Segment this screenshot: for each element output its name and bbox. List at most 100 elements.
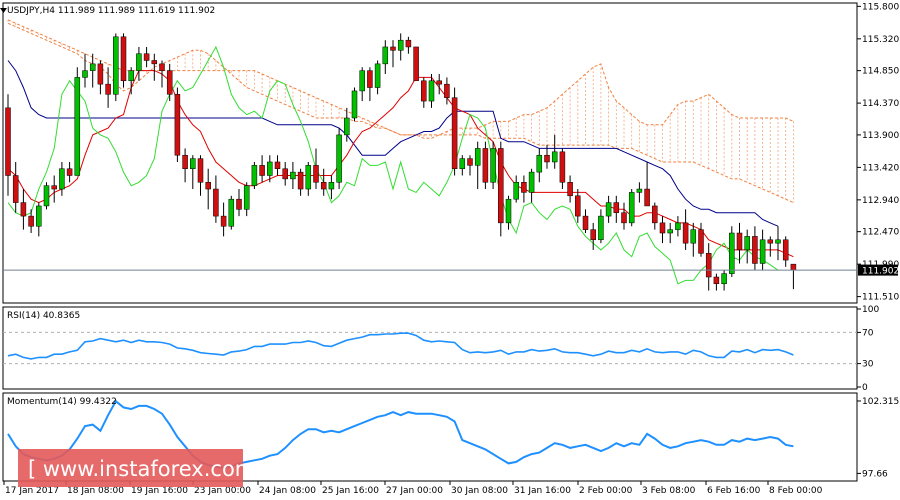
- bearish-candle-body: [12, 175, 19, 203]
- bearish-candle-body: [166, 70, 173, 95]
- bearish-candle-body: [182, 154, 188, 169]
- candle: [174, 87, 181, 162]
- momentum-tick-label: 97.66: [862, 469, 888, 479]
- bearish-candle-body: [213, 188, 219, 217]
- bullish-candle-body: [605, 202, 612, 217]
- price-tick-label: 114.370: [862, 99, 899, 109]
- price-chart-title: USDJPY,H4 111.989 111.989 111.619 111.90…: [7, 6, 215, 16]
- candle: [482, 141, 489, 190]
- bearish-candle-body: [521, 182, 527, 193]
- time-tick-label: 6 Feb 16:00: [707, 486, 761, 496]
- current-price-tag: 111.902: [858, 264, 899, 277]
- bullish-candle-body: [690, 229, 697, 244]
- bullish-candle-body: [459, 158, 466, 169]
- bearish-candle-body: [282, 168, 288, 180]
- bullish-candle-body: [551, 151, 558, 163]
- bearish-candle-body: [444, 83, 450, 98]
- bearish-candle-body: [367, 70, 373, 88]
- time-tick-label: 31 Jan 16:00: [514, 486, 571, 496]
- bullish-candle-body: [74, 77, 81, 176]
- bullish-candle-body: [351, 90, 358, 119]
- rsi-pane: RSI(14) 40.8365 100 70 30 0: [2, 305, 879, 393]
- bullish-candle-body: [397, 39, 404, 51]
- bullish-candle-body: [136, 53, 142, 71]
- price-tick-label: 115.800: [862, 2, 899, 12]
- price-tick-label: 111.510: [862, 293, 899, 303]
- candle: [490, 141, 496, 190]
- bearish-candle-body: [705, 253, 712, 278]
- bearish-candle-body: [197, 158, 204, 183]
- bearish-candle-body: [767, 239, 774, 244]
- price-tick-label: 112.470: [862, 228, 899, 238]
- candle: [336, 128, 342, 190]
- bearish-candle-body: [105, 83, 111, 95]
- bearish-candle-body: [451, 97, 458, 169]
- bullish-candle-body: [598, 215, 604, 241]
- bullish-candle-body: [729, 232, 735, 274]
- time-tick-label: 25 Jan 16:00: [322, 486, 379, 496]
- bearish-candle-body: [390, 46, 396, 51]
- bullish-candle-body: [721, 273, 727, 285]
- bearish-candle-body: [274, 161, 281, 169]
- bullish-candle-body: [775, 239, 781, 244]
- bullish-candle-body: [513, 182, 519, 200]
- bearish-candle-body: [205, 182, 211, 190]
- bearish-candle-body: [413, 46, 419, 82]
- bearish-candle-body: [143, 53, 150, 61]
- bullish-candle-body: [344, 117, 350, 136]
- candle: [729, 226, 735, 277]
- bearish-candle-body: [313, 165, 319, 183]
- bullish-candle-body: [667, 229, 673, 234]
- bearish-candle-body: [220, 215, 227, 227]
- bullish-candle-body: [675, 222, 681, 230]
- bearish-candle-body: [644, 188, 650, 207]
- bullish-candle-body: [267, 161, 273, 176]
- bearish-candle-body: [782, 239, 789, 261]
- bearish-candle-body: [236, 198, 242, 210]
- bullish-candle-body: [290, 171, 296, 180]
- bullish-candle-body: [528, 171, 535, 193]
- bearish-candle-body: [567, 182, 573, 197]
- time-tick-label: 27 Jan 00:00: [386, 486, 443, 496]
- bearish-candle-body: [297, 171, 304, 190]
- bullish-candle-body: [89, 63, 96, 71]
- bearish-candle-body: [544, 154, 550, 163]
- candle: [451, 87, 458, 176]
- bearish-candle-body: [582, 215, 589, 230]
- time-tick-label: 30 Jan 08:00: [451, 486, 508, 496]
- bearish-candle-body: [120, 36, 127, 82]
- bullish-candle-body: [505, 198, 512, 224]
- bullish-candle-body: [43, 185, 50, 207]
- bearish-candle-body: [159, 63, 165, 71]
- bullish-candle-body: [190, 158, 196, 169]
- bearish-candle-body: [682, 222, 689, 244]
- bearish-candle-body: [66, 168, 73, 176]
- candle: [628, 189, 635, 227]
- bullish-candle-body: [636, 188, 643, 193]
- bearish-candle-body: [498, 148, 504, 224]
- bearish-candle-body: [482, 148, 489, 183]
- momentum-title: Momentum(14) 99.4322: [7, 397, 117, 407]
- bearish-candle-body: [421, 80, 427, 102]
- time-tick-label: 19 Jan 16:00: [131, 486, 188, 496]
- rsi-tick-label: 100: [862, 305, 879, 315]
- instaforex-watermark: [ www.instaforex.com ]: [18, 449, 270, 487]
- bearish-candle-body: [320, 182, 327, 190]
- bearish-candle-body: [151, 60, 158, 65]
- bearish-candle-body: [575, 195, 581, 217]
- bearish-candle-body: [790, 263, 797, 271]
- bullish-candle-body: [628, 192, 635, 224]
- rsi-title: RSI(14) 40.8365: [7, 311, 80, 321]
- bullish-candle-body: [36, 205, 42, 227]
- watermark-text: [ www.instaforex.com ]: [28, 457, 270, 481]
- bullish-candle-body: [374, 63, 381, 88]
- candle: [113, 33, 119, 102]
- time-tick-label: 17 Jan 2017: [5, 486, 59, 496]
- bearish-candle-body: [590, 229, 596, 241]
- forex-chart: USDJPY,H4 111.989 111.989 111.619 111.90…: [0, 0, 900, 500]
- bullish-candle-body: [251, 165, 258, 186]
- time-tick-label: 8 Feb 00:00: [769, 486, 823, 496]
- bullish-candle-body: [228, 198, 235, 227]
- bearish-candle-body: [613, 202, 620, 213]
- candle: [413, 46, 419, 82]
